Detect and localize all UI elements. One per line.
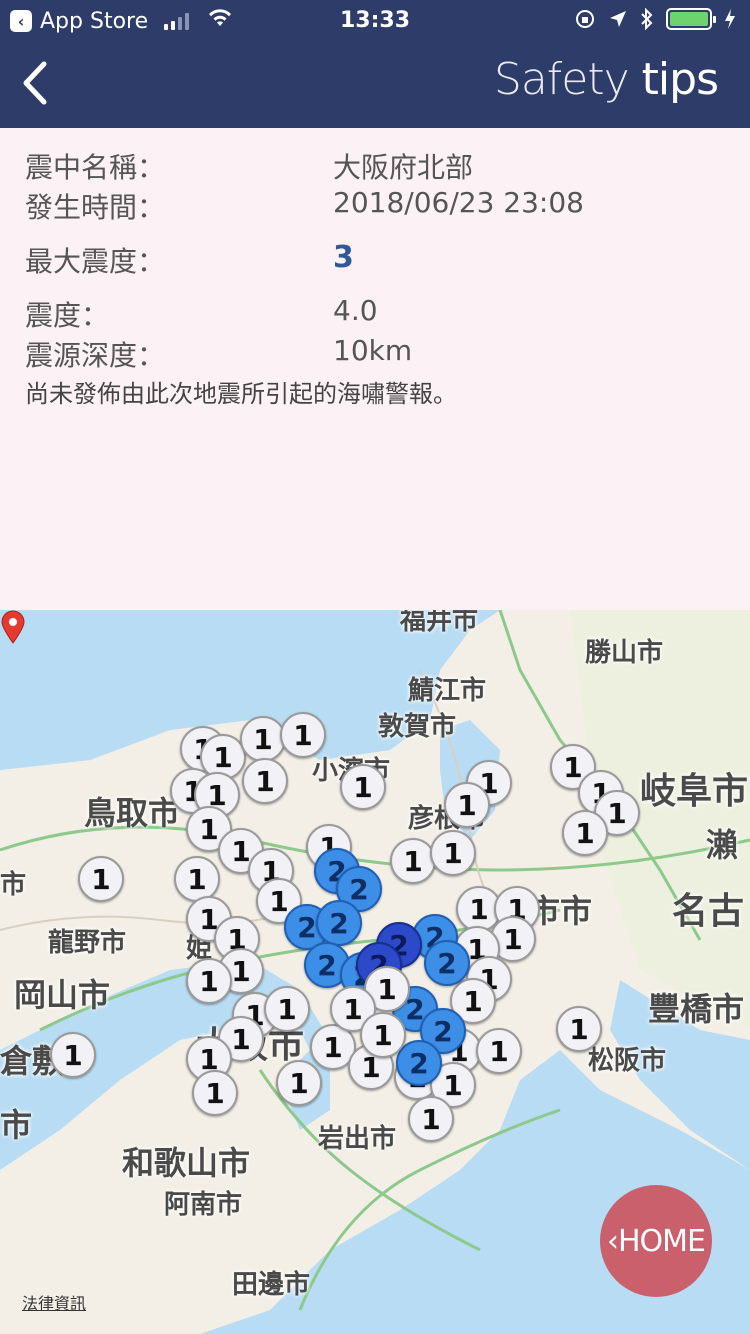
- intensity-pin-2[interactable]: 2: [316, 900, 362, 946]
- magnitude-label: 震度：: [25, 299, 110, 332]
- magnitude-row: 震度： 4.0: [25, 294, 378, 334]
- intensity-pin[interactable]: 1: [192, 1070, 238, 1116]
- map-label-ichi-left: 市: [0, 870, 27, 900]
- map-label-ichi-left-2: 市: [0, 1106, 33, 1144]
- intensity-pin[interactable]: 1: [408, 1096, 454, 1142]
- map-label-tatsuno: 龍野市: [48, 928, 127, 958]
- back-arrow-icon[interactable]: [16, 58, 56, 108]
- bluetooth-icon: [641, 8, 653, 30]
- intensity-pin[interactable]: 1: [50, 1032, 96, 1078]
- intensity-pin[interactable]: 1: [556, 1006, 602, 1052]
- map-label-katsuyama: 勝山市: [585, 638, 664, 668]
- intensity-pin[interactable]: 1: [240, 716, 286, 762]
- depth-row: 震源深度： 10km: [25, 334, 412, 374]
- intensity-pin[interactable]: 1: [174, 856, 220, 902]
- map-label-nagoya: 名古: [672, 891, 745, 932]
- intensity-pin[interactable]: 1: [562, 810, 608, 856]
- intensity-pin[interactable]: 1: [78, 856, 124, 902]
- intensity-pin[interactable]: 1: [390, 838, 436, 884]
- map-label-iwade: 岩出市: [318, 1124, 397, 1154]
- chevron-left-icon: ‹: [606, 1223, 619, 1259]
- status-bar: ‹ App Store 13:33: [0, 0, 750, 40]
- intensity-pin[interactable]: 1: [430, 830, 476, 876]
- page-title: Safety tips: [493, 54, 719, 105]
- max-intensity-value: 3: [333, 240, 354, 275]
- magnitude-value: 4.0: [333, 294, 378, 327]
- home-button[interactable]: ‹ HOME: [600, 1185, 712, 1297]
- intensity-pin-2[interactable]: 2: [396, 1040, 442, 1086]
- charging-bolt-icon: [725, 9, 735, 29]
- time-label: 發生時間：: [25, 191, 166, 224]
- map-label-anan: 阿南市: [164, 1190, 243, 1220]
- intensity-pin[interactable]: 1: [264, 986, 310, 1032]
- max-intensity-row: 最大震度： 3: [25, 240, 354, 280]
- epicenter-label: 震中名稱：: [25, 151, 166, 184]
- intensity-pin[interactable]: 1: [276, 1060, 322, 1106]
- earthquake-info-panel: 震中名稱： 大阪府北部 發生時間： 2018/06/23 23:08 最大震度：…: [0, 128, 750, 610]
- map-label-seki: 瀨: [706, 826, 739, 864]
- depth-label: 震源深度：: [25, 339, 166, 372]
- map-label-tanabe: 田邊市: [232, 1270, 311, 1300]
- map-label-tottori: 鳥取市: [84, 794, 181, 832]
- status-right: [574, 8, 736, 30]
- battery-icon: [666, 8, 716, 30]
- intensity-pin[interactable]: 1: [186, 958, 232, 1004]
- map-label-okayama: 岡山市: [14, 976, 111, 1014]
- map-label-fukui: 福井市: [400, 610, 479, 636]
- max-intensity-label: 最大震度：: [25, 245, 166, 278]
- intensity-pin-2[interactable]: 2: [424, 940, 470, 986]
- intensity-pin[interactable]: 1: [444, 782, 490, 828]
- map-label-tsuruga: 敦賀市: [378, 712, 457, 742]
- map-label-wakayama: 和歌山市: [122, 1144, 251, 1182]
- location-arrow-icon: [610, 11, 626, 27]
- intensity-pin[interactable]: 1: [242, 758, 288, 804]
- intensity-pin[interactable]: 1: [476, 1028, 522, 1074]
- intensity-pin[interactable]: 1: [340, 764, 386, 810]
- map-label-gifu: 岐阜市: [640, 771, 749, 812]
- epicenter-row: 震中名稱： 大阪府北部: [25, 146, 473, 186]
- orientation-lock-icon: [576, 10, 594, 28]
- map-label-matsusaka: 松阪市: [588, 1046, 667, 1076]
- home-label: HOME: [617, 1223, 706, 1259]
- epicenter-value: 大阪府北部: [333, 151, 474, 184]
- intensity-pin[interactable]: 1: [360, 1012, 406, 1058]
- depth-value: 10km: [333, 334, 413, 367]
- map-label-toyohashi: 豐橋市: [648, 990, 745, 1028]
- tsunami-note: 尚未發佈由此次地震所引起的海嘯警報。: [25, 380, 457, 408]
- intensity-pin[interactable]: 1: [280, 712, 326, 758]
- map-label-sabae: 鯖江市: [408, 676, 487, 706]
- navigation-bar: ‹ App Store 13:33 Safety tips: [0, 0, 750, 128]
- time-row: 發生時間： 2018/06/23 23:08: [25, 186, 584, 226]
- epicenter-marker-icon[interactable]: [0, 610, 26, 644]
- legal-info-link[interactable]: 法律資訊: [22, 1290, 86, 1314]
- time-value: 2018/06/23 23:08: [333, 186, 584, 219]
